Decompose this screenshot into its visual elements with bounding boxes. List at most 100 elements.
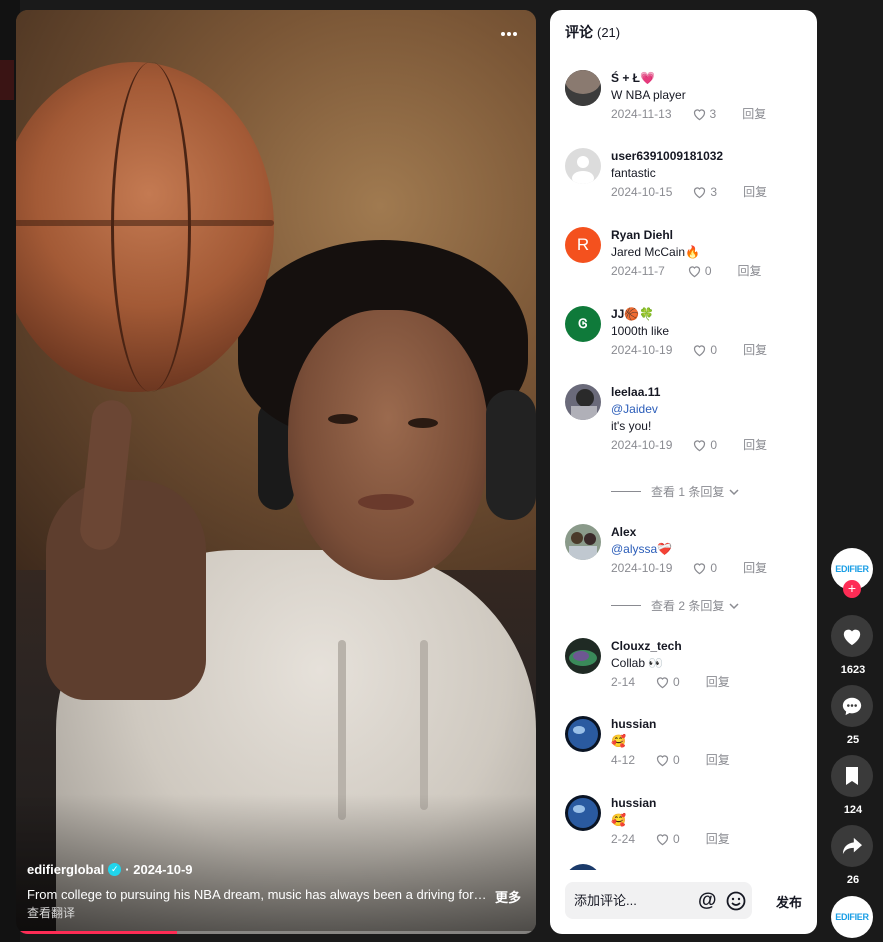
- comment-reply-button[interactable]: 回复: [706, 829, 730, 849]
- comment-like-button[interactable]: 0: [692, 558, 717, 578]
- comments-count: (21): [597, 25, 621, 40]
- avatar[interactable]: [565, 384, 601, 420]
- avatar[interactable]: R: [565, 227, 601, 263]
- share-button[interactable]: [831, 825, 873, 867]
- comment-reply-button[interactable]: 回复: [743, 435, 767, 455]
- save-button[interactable]: [831, 755, 873, 797]
- avatar[interactable]: Ꮆ: [565, 306, 601, 342]
- comment-reply-button[interactable]: 回复: [706, 672, 730, 692]
- video-progress-bar[interactable]: [16, 931, 536, 934]
- avatar[interactable]: [565, 524, 601, 560]
- heart-outline-icon: [656, 755, 669, 767]
- comment-date: 2024-10-19: [611, 438, 673, 452]
- video-player[interactable]: edifierglobal ✓ · 2024-10-9 From college…: [16, 10, 536, 934]
- video-basketball-seam: [16, 220, 274, 226]
- comment-author[interactable]: JJ🏀🍀: [611, 306, 801, 323]
- comment-author[interactable]: leelaa.11: [611, 384, 801, 401]
- comment-like-count: 0: [710, 438, 718, 452]
- comment-mention[interactable]: @Jaidev: [611, 401, 801, 418]
- comment-author[interactable]: Ryan Diehl: [611, 227, 801, 244]
- video-basketball-seam: [111, 62, 191, 392]
- video-face: [288, 310, 488, 580]
- music-avatar[interactable]: EDIFIER: [831, 896, 873, 938]
- heart-outline-icon: [694, 345, 706, 357]
- bookmark-icon: [846, 767, 858, 785]
- view-replies-button[interactable]: 查看 2 条回复: [611, 597, 740, 614]
- comment-like-button[interactable]: 0: [655, 672, 680, 692]
- emoji-icon[interactable]: [726, 891, 746, 911]
- video-author-name[interactable]: edifierglobal: [27, 862, 104, 877]
- comment-like-button[interactable]: 0: [687, 261, 712, 281]
- heart-icon: [843, 629, 861, 646]
- comment-date: 2-24: [611, 832, 636, 846]
- comment-text: 🥰: [611, 734, 626, 748]
- avatar[interactable]: [565, 70, 601, 106]
- comment-like-count: 3: [709, 107, 717, 121]
- comment-mention[interactable]: @alyssa❤️‍🩹: [611, 541, 801, 558]
- avatar[interactable]: [565, 638, 601, 674]
- comment-date: 2-14: [611, 675, 636, 689]
- comment-like-button[interactable]: 0: [655, 829, 680, 849]
- heart-outline-icon: [688, 266, 700, 278]
- comment-button[interactable]: [831, 685, 873, 727]
- comment-reply-button[interactable]: 回复: [743, 182, 767, 202]
- comment-author[interactable]: hussian: [611, 795, 801, 812]
- comment-author[interactable]: hussian: [611, 716, 801, 733]
- share-count: 26: [846, 874, 860, 886]
- comment-author[interactable]: user6391009181032: [611, 148, 801, 165]
- video-hand: [46, 480, 206, 700]
- divider-line: [611, 491, 641, 492]
- background-band: [0, 60, 14, 100]
- comment-like-button[interactable]: 3: [692, 182, 717, 202]
- view-replies-label: 查看 1 条回复: [651, 485, 725, 499]
- comment-input[interactable]: [574, 893, 689, 908]
- comment-date: 2024-10-19: [611, 561, 673, 575]
- comment-like-button[interactable]: 3: [692, 104, 717, 124]
- heart-outline-icon: [693, 109, 705, 121]
- comment-list[interactable]: Ś + Ł💗 W NBA player 2024-11-13 3 回复 user…: [550, 60, 817, 870]
- heart-outline-icon: [656, 834, 669, 846]
- comment-like-count: 0: [710, 343, 718, 357]
- comment-like-button[interactable]: 0: [692, 340, 717, 360]
- avatar[interactable]: [565, 716, 601, 752]
- comment-reply-button[interactable]: 回复: [743, 558, 767, 578]
- comment-reply-button[interactable]: 回复: [743, 340, 767, 360]
- comment-reply-button[interactable]: 回复: [706, 750, 730, 770]
- save-count: 124: [843, 804, 863, 816]
- comment-text: fantastic: [611, 166, 656, 180]
- comment-like-count: 0: [704, 264, 712, 278]
- at-mention-icon[interactable]: @: [698, 891, 717, 910]
- comment-like-button[interactable]: 0: [655, 750, 680, 770]
- video-eye: [328, 414, 358, 424]
- follow-button[interactable]: +: [843, 580, 861, 598]
- heart-outline-icon: [694, 440, 706, 452]
- comment-text: W NBA player: [611, 88, 686, 102]
- comments-header: 评论 (21): [565, 22, 620, 42]
- comment-text: 1000th like: [611, 324, 670, 338]
- comment-like-count: 3: [710, 185, 718, 199]
- comment-like-button[interactable]: 0: [692, 435, 717, 455]
- video-caption: From college to pursuing his NBA dream, …: [27, 887, 527, 906]
- comment-text: 🥰: [611, 813, 626, 827]
- video-date: · 2024-10-9: [125, 862, 193, 877]
- caption-more-button[interactable]: 更多: [495, 887, 521, 906]
- avatar[interactable]: [565, 864, 601, 870]
- more-dots-icon[interactable]: [500, 22, 518, 40]
- comment-bubble-icon: [842, 697, 862, 716]
- comment-reply-button[interactable]: 回复: [738, 261, 762, 281]
- like-button[interactable]: [831, 615, 873, 657]
- translate-link[interactable]: 查看翻译: [27, 904, 75, 921]
- video-hoodie-string: [338, 640, 346, 820]
- video-author-line: edifierglobal ✓ · 2024-10-9: [27, 862, 193, 877]
- view-replies-button[interactable]: 查看 1 条回复: [611, 483, 740, 500]
- avatar[interactable]: [565, 795, 601, 831]
- comment-author[interactable]: Alex: [611, 524, 801, 541]
- avatar[interactable]: [565, 148, 601, 184]
- video-headphone-right: [486, 390, 536, 520]
- comment-author[interactable]: Clouxz_tech: [611, 638, 801, 655]
- comment-date: 2024-10-19: [611, 343, 673, 357]
- heart-outline-icon: [694, 563, 706, 575]
- post-comment-button[interactable]: 发布: [776, 892, 802, 911]
- comment-reply-button[interactable]: 回复: [742, 104, 766, 124]
- comment-author[interactable]: Ś + Ł💗: [611, 70, 801, 87]
